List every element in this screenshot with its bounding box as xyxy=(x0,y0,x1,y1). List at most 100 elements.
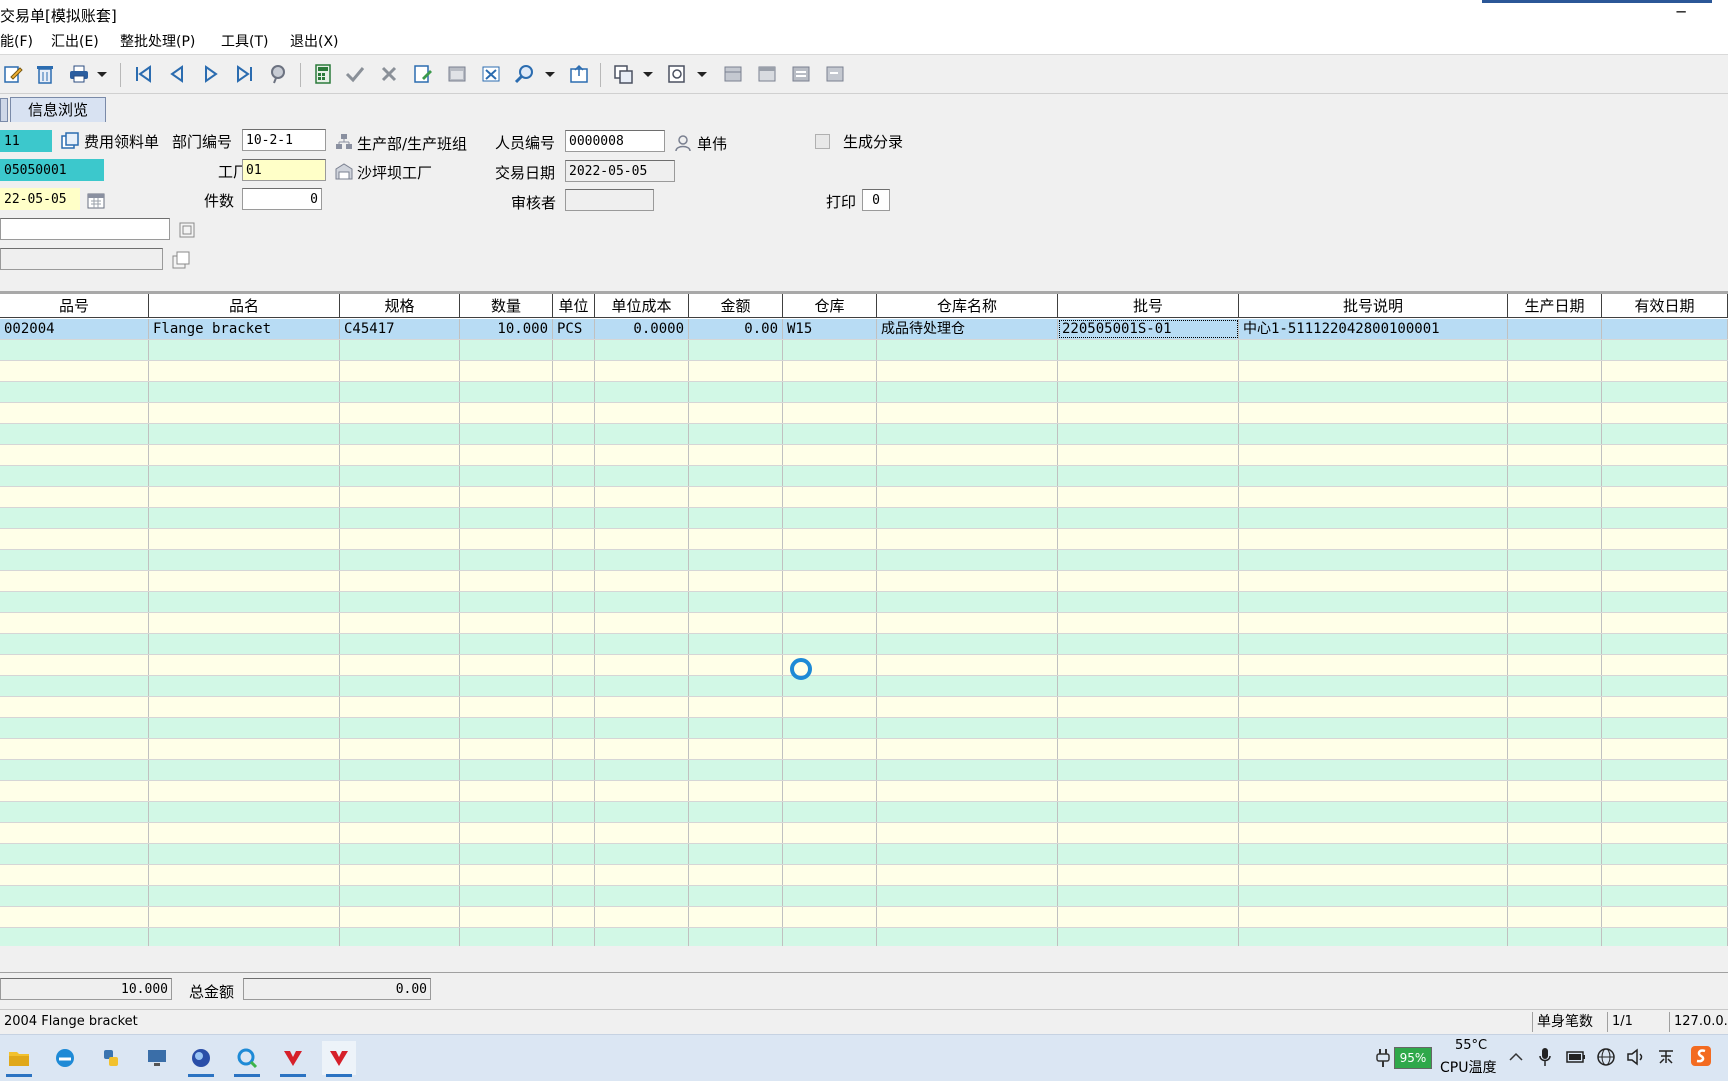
grid-cell[interactable] xyxy=(689,907,783,927)
grid-cell[interactable] xyxy=(0,718,149,738)
grid-cell[interactable] xyxy=(1239,676,1508,696)
grid-cell[interactable] xyxy=(553,403,595,423)
grid-cell[interactable]: 0.0000 xyxy=(595,319,689,339)
grid-cell[interactable] xyxy=(877,361,1058,381)
layout-button[interactable] xyxy=(444,61,470,87)
grid-cell[interactable] xyxy=(340,697,460,717)
person-icon[interactable] xyxy=(673,133,693,153)
copy-dropdown[interactable] xyxy=(640,61,656,87)
grid-cell[interactable] xyxy=(553,571,595,591)
grid-cell[interactable] xyxy=(149,508,340,528)
grid-cell[interactable] xyxy=(1602,886,1728,906)
grid-cell[interactable] xyxy=(877,823,1058,843)
calculator-button[interactable] xyxy=(310,61,336,87)
table-row[interactable] xyxy=(0,697,1728,718)
grid-cell[interactable] xyxy=(0,697,149,717)
grid-cell[interactable] xyxy=(149,886,340,906)
grid-cell[interactable] xyxy=(783,634,877,654)
grid-cell[interactable] xyxy=(595,844,689,864)
grid-cell[interactable] xyxy=(1508,424,1602,444)
grid-cell[interactable] xyxy=(460,718,553,738)
grid-cell[interactable] xyxy=(689,445,783,465)
grid-cell[interactable] xyxy=(553,718,595,738)
grid-cell[interactable] xyxy=(1602,340,1728,360)
grid-cell[interactable] xyxy=(149,592,340,612)
grid-cell[interactable] xyxy=(877,445,1058,465)
grid-cell[interactable] xyxy=(595,718,689,738)
column-header-5[interactable]: 单位成本 xyxy=(595,294,689,318)
grid-cell[interactable] xyxy=(460,445,553,465)
grid-cell[interactable] xyxy=(783,445,877,465)
grid-cell[interactable] xyxy=(783,403,877,423)
grid-cell[interactable] xyxy=(877,718,1058,738)
grid-cell[interactable] xyxy=(149,571,340,591)
prev-record-button[interactable] xyxy=(164,61,190,87)
grid-cell[interactable] xyxy=(340,361,460,381)
table-row[interactable] xyxy=(0,613,1728,634)
grid-cell[interactable] xyxy=(149,634,340,654)
grid-cell[interactable] xyxy=(689,382,783,402)
dept-field[interactable]: 10-2-1 xyxy=(242,129,326,151)
search-button[interactable] xyxy=(512,61,538,87)
grid-cell[interactable] xyxy=(1602,697,1728,717)
grid-cell[interactable] xyxy=(1508,760,1602,780)
grid-cell[interactable] xyxy=(783,739,877,759)
grid-cell[interactable]: 中心1-511122042800100001 xyxy=(1239,319,1508,339)
grid-cell[interactable] xyxy=(1239,466,1508,486)
grid-cell[interactable] xyxy=(340,760,460,780)
grid-cell[interactable] xyxy=(783,781,877,801)
grid-cell[interactable] xyxy=(1058,760,1239,780)
grid-cell[interactable] xyxy=(1602,571,1728,591)
delete-button[interactable] xyxy=(32,61,58,87)
taskbar-edge[interactable] xyxy=(48,1041,82,1075)
grid-cell[interactable] xyxy=(340,550,460,570)
grid-cell[interactable] xyxy=(1508,907,1602,927)
grid-cell[interactable] xyxy=(0,886,149,906)
grid-cell[interactable] xyxy=(340,676,460,696)
grid-cell[interactable] xyxy=(595,697,689,717)
grid-cell[interactable] xyxy=(1239,529,1508,549)
grid-cell[interactable] xyxy=(553,802,595,822)
grid-cell[interactable] xyxy=(0,424,149,444)
input-method-icon[interactable] xyxy=(1656,1047,1676,1067)
grid-cell[interactable] xyxy=(689,529,783,549)
grid-cell[interactable] xyxy=(149,781,340,801)
lookup-icon[interactable] xyxy=(177,220,197,240)
grid-cell[interactable] xyxy=(1239,340,1508,360)
calendar-icon[interactable] xyxy=(86,190,106,210)
grid-cell[interactable] xyxy=(553,613,595,633)
grid-cell[interactable] xyxy=(783,361,877,381)
grid-cell[interactable] xyxy=(1239,613,1508,633)
grid-cell[interactable] xyxy=(689,403,783,423)
grid-cell[interactable] xyxy=(340,781,460,801)
grid-cell[interactable] xyxy=(1239,592,1508,612)
column-header-12[interactable]: 有效日期 xyxy=(1602,294,1728,318)
grid-cell[interactable] xyxy=(1508,865,1602,885)
grid-cell[interactable] xyxy=(149,865,340,885)
cancel-button[interactable] xyxy=(376,61,402,87)
grid-cell[interactable] xyxy=(1508,718,1602,738)
grid-cell[interactable] xyxy=(340,802,460,822)
grid-cell[interactable] xyxy=(1508,613,1602,633)
grid-cell[interactable] xyxy=(149,907,340,927)
grid-cell[interactable] xyxy=(877,571,1058,591)
grid-cell[interactable] xyxy=(0,550,149,570)
grid-cell[interactable] xyxy=(1508,361,1602,381)
grid-cell[interactable] xyxy=(0,865,149,885)
grid-cell[interactable] xyxy=(1058,382,1239,402)
grid-cell[interactable] xyxy=(783,760,877,780)
grid-cell[interactable] xyxy=(149,802,340,822)
grid-cell[interactable] xyxy=(460,424,553,444)
grid-cell[interactable] xyxy=(1508,634,1602,654)
column-header-6[interactable]: 金额 xyxy=(689,294,783,318)
grid-cell[interactable] xyxy=(1058,592,1239,612)
grid-cell[interactable] xyxy=(1602,613,1728,633)
grid-cell[interactable] xyxy=(689,550,783,570)
grid-cell[interactable] xyxy=(0,445,149,465)
grid-cell[interactable] xyxy=(1239,550,1508,570)
grid-cell[interactable] xyxy=(1058,865,1239,885)
grid-cell[interactable] xyxy=(1508,697,1602,717)
grid-cell[interactable] xyxy=(460,760,553,780)
grid-cell[interactable] xyxy=(1058,928,1239,946)
grid-button-3[interactable] xyxy=(788,61,814,87)
